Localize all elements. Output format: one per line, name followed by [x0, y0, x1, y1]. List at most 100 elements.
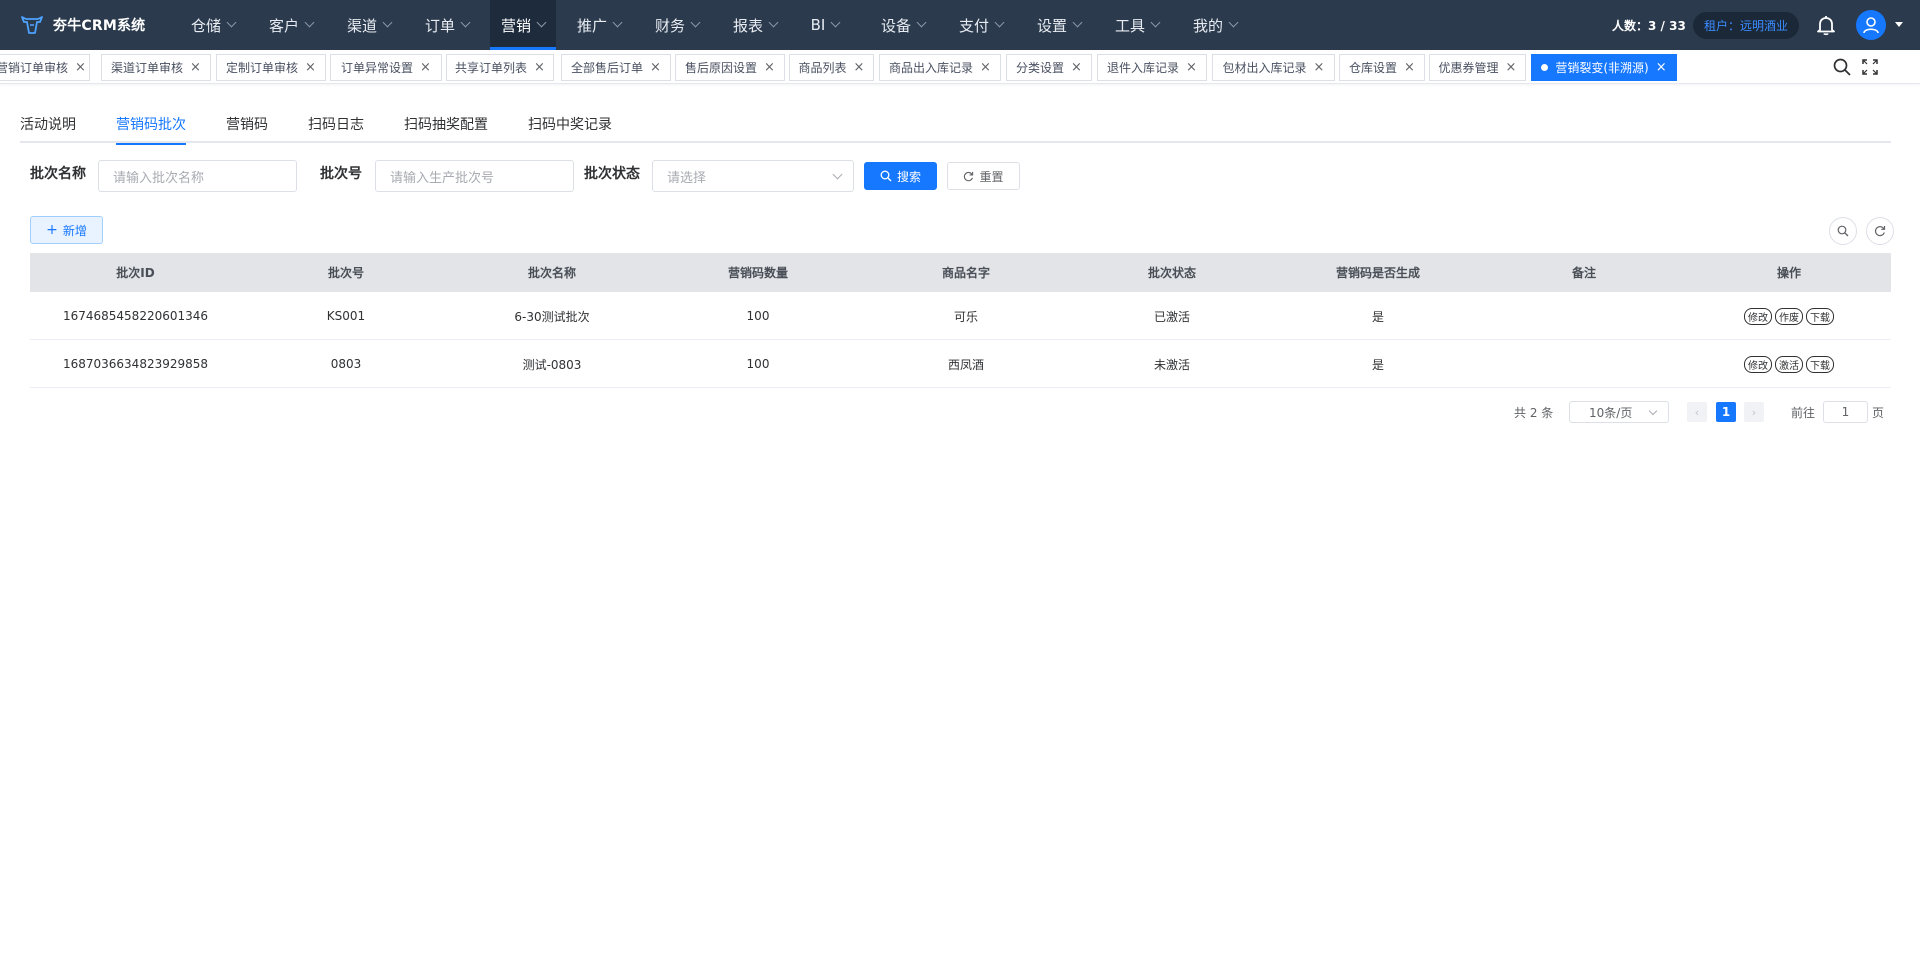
tab-product-stock-records[interactable]: 商品出入库记录 ×: [879, 54, 1001, 81]
cell-remark: [1481, 340, 1687, 388]
close-icon[interactable]: ×: [190, 61, 201, 74]
page-number-current[interactable]: 1: [1716, 402, 1736, 422]
download-button[interactable]: 下载: [1806, 307, 1834, 325]
subtab-scan-lottery-config[interactable]: 扫码抽奖配置: [404, 114, 488, 143]
cell-batch-no: KS001: [326, 309, 366, 323]
close-icon[interactable]: ×: [75, 61, 86, 74]
tab-custom-order-review[interactable]: 定制订单审核 ×: [216, 54, 326, 81]
column-header: 操作: [1776, 266, 1801, 280]
subtab-scan-winning-records[interactable]: 扫码中奖记录: [528, 114, 612, 143]
close-icon[interactable]: ×: [420, 61, 431, 74]
download-button[interactable]: 下载: [1806, 355, 1834, 373]
batch-name-input[interactable]: 请输入批次名称: [98, 160, 297, 192]
close-icon[interactable]: ×: [1404, 61, 1415, 74]
app-logo[interactable]: 夯牛CRM系统: [20, 0, 145, 50]
tab-shared-order-list[interactable]: 共享订单列表 ×: [446, 54, 554, 81]
close-icon[interactable]: ×: [1071, 61, 1082, 74]
batch-status-select[interactable]: 请选择: [652, 160, 854, 192]
fullscreen-icon[interactable]: [1862, 59, 1878, 75]
table-row: 1674685458220601346 KS001 6-30测试批次 100 可…: [30, 292, 1891, 340]
bull-logo-icon: [21, 16, 43, 34]
tab-packaging-stock-records[interactable]: 包材出入库记录 ×: [1212, 54, 1335, 81]
edit-button[interactable]: 修改: [1744, 355, 1772, 373]
batch-no-input[interactable]: 请输入生产批次号: [375, 160, 574, 192]
search-button[interactable]: 搜索: [864, 162, 937, 190]
activate-button[interactable]: 激活: [1775, 355, 1803, 373]
close-icon[interactable]: ×: [1506, 61, 1517, 74]
nav-item-reports[interactable]: 报表: [720, 0, 790, 50]
cell-code-count: 100: [746, 357, 770, 371]
add-button[interactable]: + 新增: [30, 216, 103, 244]
reset-button[interactable]: 重置: [947, 162, 1020, 190]
subtab-activity-description[interactable]: 活动说明: [20, 114, 76, 143]
nav-item-order[interactable]: 订单: [412, 0, 482, 50]
headcount-indicator: 人数：3 / 33: [1612, 18, 1686, 33]
tab-order-exception-settings[interactable]: 订单异常设置 ×: [330, 54, 442, 81]
tab-coupon-management[interactable]: 优惠券管理 ×: [1429, 54, 1526, 81]
tenant-badge[interactable]: 租户：远明酒业: [1693, 12, 1799, 39]
cell-batch-no: 0803: [330, 357, 362, 371]
tab-label: 优惠券管理: [1438, 61, 1499, 75]
nav-item-finance[interactable]: 财务: [642, 0, 712, 50]
chevron-down-icon: [916, 17, 927, 28]
nav-item-customer[interactable]: 客户: [256, 0, 326, 50]
close-icon[interactable]: ×: [305, 61, 316, 74]
refresh-circle-icon[interactable]: [1866, 217, 1894, 245]
tab-label: 营销订单审核: [0, 61, 69, 75]
chevron-left-icon: ‹: [1694, 405, 1700, 419]
tab-warehouse-settings[interactable]: 仓库设置 ×: [1339, 54, 1425, 81]
tab-all-aftersale-orders[interactable]: 全部售后订单 ×: [561, 54, 671, 81]
chevron-down-icon: [1648, 406, 1658, 416]
column-header: 商品名字: [941, 266, 990, 280]
tab-return-stock-records[interactable]: 退件入库记录 ×: [1097, 54, 1207, 81]
close-icon[interactable]: ×: [854, 61, 865, 74]
batch-name-label: 批次名称: [30, 166, 86, 182]
chevron-down-icon: [1072, 17, 1083, 28]
chevron-down-icon: [1228, 17, 1239, 28]
tab-marketing-fission[interactable]: 营销裂变(非溯源) ×: [1531, 54, 1677, 81]
nav-item-settings[interactable]: 设置: [1024, 0, 1094, 50]
tab-category-settings[interactable]: 分类设置 ×: [1006, 54, 1092, 81]
user-avatar-icon[interactable]: [1856, 10, 1886, 40]
prev-page-button[interactable]: ‹: [1687, 402, 1707, 422]
nav-item-label: 推广: [576, 16, 607, 35]
close-icon[interactable]: ×: [1656, 61, 1667, 74]
nav-item-label: 支付: [958, 16, 989, 35]
nav-item-marketing[interactable]: 营销: [490, 0, 556, 50]
tab-aftersale-reason-settings[interactable]: 售后原因设置 ×: [675, 54, 785, 81]
close-icon[interactable]: ×: [980, 61, 991, 74]
caret-down-icon[interactable]: [1895, 22, 1903, 27]
column-header: 批次名称: [527, 266, 576, 280]
tab-label: 仓库设置: [1349, 61, 1398, 75]
tab-label: 商品列表: [798, 61, 847, 75]
next-page-button[interactable]: ›: [1744, 402, 1764, 422]
bell-icon[interactable]: [1814, 13, 1838, 37]
nav-item-device[interactable]: 设备: [868, 0, 938, 50]
close-icon[interactable]: ×: [1314, 61, 1325, 74]
close-icon[interactable]: ×: [764, 61, 775, 74]
nav-item-payment[interactable]: 支付: [946, 0, 1016, 50]
nav-item-tools[interactable]: 工具: [1102, 0, 1172, 50]
close-icon[interactable]: ×: [1186, 61, 1197, 74]
close-icon[interactable]: ×: [650, 61, 661, 74]
edit-button[interactable]: 修改: [1744, 307, 1772, 325]
close-icon[interactable]: ×: [534, 61, 545, 74]
nav-item-mine[interactable]: 我的: [1180, 0, 1250, 50]
subtab-marketing-code-batch[interactable]: 营销码批次: [116, 114, 186, 145]
subtab-scan-log[interactable]: 扫码日志: [308, 114, 364, 143]
chevron-down-icon: [768, 17, 779, 28]
tab-channel-order-review[interactable]: 渠道订单审核 ×: [101, 54, 211, 81]
tab-marketing-order-review[interactable]: 营销订单审核 ×: [0, 54, 90, 81]
subtab-marketing-code[interactable]: 营销码: [226, 114, 268, 143]
page-size-select[interactable]: 10条/页: [1569, 401, 1669, 423]
nav-item-channel[interactable]: 渠道: [334, 0, 404, 50]
chevron-down-icon: [612, 17, 623, 28]
search-icon[interactable]: [1832, 57, 1852, 77]
nav-item-bi[interactable]: BI: [800, 0, 850, 50]
nav-item-warehouse[interactable]: 仓储: [178, 0, 248, 50]
tab-product-list[interactable]: 商品列表 ×: [789, 54, 874, 81]
nav-item-promotion[interactable]: 推广: [564, 0, 634, 50]
search-circle-icon[interactable]: [1829, 217, 1857, 245]
goto-page-input[interactable]: 1: [1823, 401, 1868, 423]
void-button[interactable]: 作废: [1775, 307, 1803, 325]
